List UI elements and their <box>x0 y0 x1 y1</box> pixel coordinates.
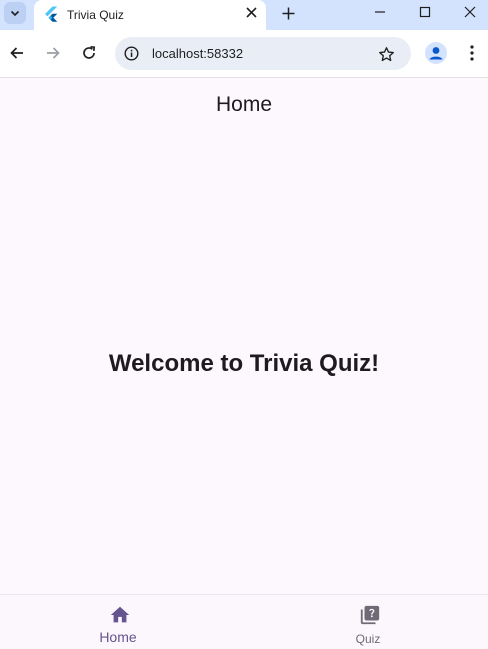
profile-avatar-button[interactable] <box>425 42 447 64</box>
bookmark-button[interactable] <box>376 44 396 64</box>
browser-toolbar: localhost:58332 <box>0 30 488 78</box>
chevron-down-icon <box>10 10 20 17</box>
close-icon <box>464 6 476 18</box>
bottom-nav-label-quiz: Quiz <box>355 632 381 646</box>
reload-icon <box>83 45 96 59</box>
page-title: Home <box>215 93 273 116</box>
address-bar[interactable]: localhost:58332 <box>115 37 411 70</box>
plus-icon <box>282 7 294 19</box>
window-close-button[interactable] <box>448 0 488 24</box>
new-tab-button[interactable] <box>277 2 299 24</box>
back-button[interactable] <box>5 41 29 65</box>
tab-title: Trivia Quiz <box>67 8 124 22</box>
home-icon <box>109 604 131 626</box>
person-icon <box>429 47 443 60</box>
maximize-icon <box>419 6 431 18</box>
browser-tab-strip: Trivia Quiz <box>0 0 488 30</box>
reload-button[interactable] <box>77 41 101 65</box>
star-icon <box>378 46 394 61</box>
arrow-left-icon <box>10 47 23 59</box>
quiz-icon <box>359 604 381 626</box>
url-text[interactable]: localhost:58332 <box>152 46 243 61</box>
bottom-nav-item-home[interactable]: Home <box>0 595 244 649</box>
browser-tab[interactable]: Trivia Quiz <box>34 0 266 30</box>
bottom-nav-label-home: Home <box>99 629 137 645</box>
window-maximize-button[interactable] <box>403 0 447 24</box>
minimize-icon <box>375 11 385 13</box>
bottom-navigation-bar: Home Quiz <box>0 594 488 649</box>
more-vert-icon <box>470 45 474 61</box>
arrow-right-icon <box>47 47 60 59</box>
tab-close-button[interactable] <box>243 4 259 20</box>
forward-button[interactable] <box>41 41 65 65</box>
tab-search-button[interactable] <box>4 2 26 24</box>
app-body: Home Welcome to Trivia Quiz! <box>0 78 488 649</box>
flutter-logo-icon <box>45 6 58 22</box>
welcome-message: Welcome to Trivia Quiz! <box>108 350 380 377</box>
bottom-nav-item-quiz[interactable]: Quiz <box>244 595 488 649</box>
browser-menu-button[interactable] <box>462 42 482 64</box>
window-minimize-button[interactable] <box>358 0 402 24</box>
close-icon <box>245 6 257 18</box>
info-icon <box>124 46 139 61</box>
site-info-button[interactable] <box>123 45 140 62</box>
